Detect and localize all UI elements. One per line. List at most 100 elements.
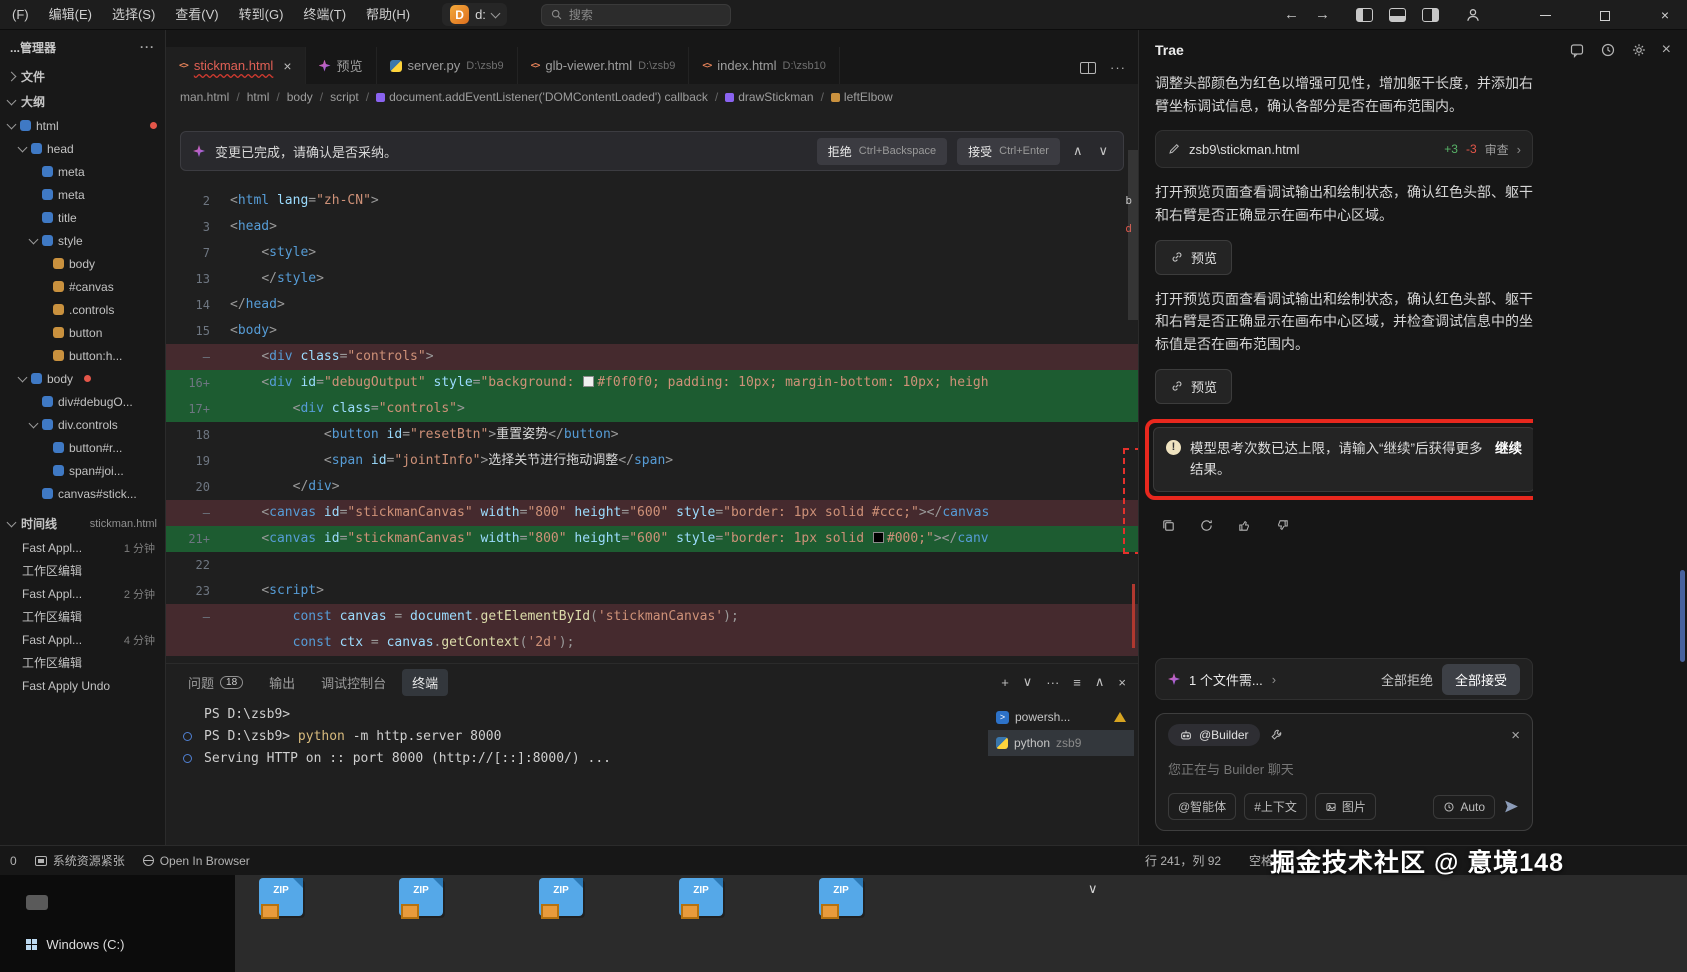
panel-tab[interactable]: 调试控制台 bbox=[311, 669, 396, 696]
terminal-session[interactable]: pythonzsb9 bbox=[988, 730, 1134, 756]
auto-mode-chip[interactable]: Auto bbox=[1433, 795, 1495, 819]
zip-file-icon[interactable]: ZIP bbox=[530, 878, 594, 922]
outline-item[interactable]: head bbox=[0, 137, 165, 160]
next-change-icon[interactable]: ∨ bbox=[1095, 143, 1111, 159]
send-icon[interactable] bbox=[1503, 798, 1520, 815]
zip-file-icon[interactable]: ZIP bbox=[670, 878, 734, 922]
close-button[interactable]: × bbox=[1643, 0, 1687, 30]
toggle-right-sidebar-icon[interactable] bbox=[1422, 8, 1439, 22]
menu-item[interactable]: (F) bbox=[2, 0, 39, 30]
code-line[interactable]: 13 </style> bbox=[166, 266, 1138, 292]
file-change-card[interactable]: zsb9\stickman.html +3 -3 审查 › bbox=[1155, 130, 1533, 168]
zip-file-icon[interactable]: ZIP bbox=[390, 878, 454, 922]
code-line[interactable]: — const canvas = document.getElementById… bbox=[166, 604, 1138, 630]
breadcrumb-item[interactable]: html bbox=[247, 90, 270, 104]
code-line[interactable]: — <div class="controls"> bbox=[166, 344, 1138, 370]
section-outline[interactable]: 大纲 bbox=[0, 89, 165, 114]
close-panel-icon[interactable]: × bbox=[1118, 675, 1126, 690]
close-icon[interactable]: × bbox=[283, 58, 291, 74]
code-line[interactable]: 22 bbox=[166, 552, 1138, 578]
toggle-panel-icon[interactable] bbox=[1389, 8, 1406, 22]
section-files[interactable]: 文件 bbox=[0, 64, 165, 89]
section-timeline[interactable]: 时间线 stickman.html bbox=[0, 511, 165, 536]
drive-item[interactable]: Windows (C:) bbox=[26, 937, 124, 952]
editor-tab[interactable]: <>glb-viewer.htmlD:\zsb9 bbox=[518, 47, 690, 84]
close-icon[interactable]: × bbox=[1662, 41, 1671, 59]
timeline-item[interactable]: 工作区编辑 bbox=[0, 559, 165, 582]
accept-all-button[interactable]: 全部接受 bbox=[1442, 664, 1520, 695]
code-editor[interactable]: 变更已完成，请确认是否采纳。 拒绝 Ctrl+Backspace 接受 Ctrl… bbox=[166, 110, 1138, 663]
outline-item[interactable]: button#r... bbox=[0, 436, 165, 459]
continue-link[interactable]: 继续 bbox=[1495, 438, 1522, 460]
breadcrumb-item[interactable]: document.addEventListener('DOMContentLoa… bbox=[376, 90, 708, 104]
menu-item[interactable]: 编辑(E) bbox=[39, 0, 102, 30]
thumbs-up-icon[interactable] bbox=[1231, 513, 1257, 539]
menu-item[interactable]: 终端(T) bbox=[293, 0, 356, 30]
code-line[interactable]: 3<head> bbox=[166, 214, 1138, 240]
terminal-session[interactable]: >powersh... bbox=[988, 704, 1134, 730]
reject-all-button[interactable]: 全部拒绝 bbox=[1381, 670, 1433, 689]
timeline-item[interactable]: Fast Appl...4 分钟 bbox=[0, 628, 165, 651]
code-line[interactable]: 19 <span id="jointInfo">选择关节进行拖动调整</span… bbox=[166, 448, 1138, 474]
more-actions-icon[interactable]: ··· bbox=[1110, 60, 1126, 75]
chevron-down-icon[interactable]: ∨ bbox=[1088, 881, 1098, 897]
menu-item[interactable]: 帮助(H) bbox=[356, 0, 420, 30]
outline-item[interactable]: meta bbox=[0, 183, 165, 206]
code-line[interactable]: 23 <script> bbox=[166, 578, 1138, 604]
toggle-left-sidebar-icon[interactable] bbox=[1356, 8, 1373, 22]
outline-item[interactable]: body bbox=[0, 367, 165, 390]
forward-arrow-icon[interactable]: → bbox=[1315, 6, 1330, 23]
code-line[interactable]: 15<body> bbox=[166, 318, 1138, 344]
outline-item[interactable]: button bbox=[0, 321, 165, 344]
panel-scrollbar[interactable] bbox=[1680, 570, 1685, 662]
reject-button[interactable]: 拒绝 Ctrl+Backspace bbox=[817, 138, 947, 165]
more-actions-icon[interactable]: ··· bbox=[1046, 675, 1059, 690]
new-terminal-icon[interactable]: + bbox=[1001, 675, 1009, 690]
timeline-item[interactable]: Fast Apply Undo bbox=[0, 674, 165, 697]
breadcrumb-item[interactable]: body bbox=[287, 90, 313, 104]
code-line[interactable]: 17+ <div class="controls"> bbox=[166, 396, 1138, 422]
editor-tab[interactable]: <>stickman.html× bbox=[166, 47, 306, 84]
history-icon[interactable] bbox=[1600, 42, 1616, 58]
regenerate-icon[interactable] bbox=[1193, 513, 1219, 539]
code-line[interactable]: const ctx = canvas.getContext('2d'); bbox=[166, 630, 1138, 656]
zip-file-icon[interactable]: ZIP bbox=[250, 878, 314, 922]
split-editor-icon[interactable] bbox=[1080, 62, 1096, 74]
code-line[interactable]: 16+ <div id="debugOutput" style="backgro… bbox=[166, 370, 1138, 396]
chevron-right-icon[interactable]: › bbox=[1272, 672, 1276, 687]
account-icon[interactable] bbox=[1465, 7, 1481, 23]
filter-icon[interactable]: ≡ bbox=[1073, 675, 1081, 690]
previous-change-icon[interactable]: ∧ bbox=[1070, 143, 1086, 159]
command-decoration-icon[interactable] bbox=[183, 754, 192, 763]
back-arrow-icon[interactable]: ← bbox=[1284, 6, 1299, 23]
outline-item[interactable]: div.controls bbox=[0, 413, 165, 436]
code-line[interactable]: 7 <style> bbox=[166, 240, 1138, 266]
panel-tab[interactable]: 输出 bbox=[259, 669, 305, 696]
menu-item[interactable]: 查看(V) bbox=[165, 0, 228, 30]
outline-item[interactable]: html bbox=[0, 114, 165, 137]
outline-item[interactable]: title bbox=[0, 206, 165, 229]
editor-tab[interactable]: 预览 bbox=[306, 47, 377, 84]
close-icon[interactable]: × bbox=[1511, 727, 1520, 744]
timeline-item[interactable]: Fast Appl...1 分钟 bbox=[0, 536, 165, 559]
breadcrumb-item[interactable]: script bbox=[330, 90, 359, 104]
terminal-output[interactable]: PS D:\zsb9>PS D:\zsb9> python -m http.se… bbox=[166, 700, 988, 845]
status-item[interactable]: 0 bbox=[10, 852, 17, 869]
outline-item[interactable]: span#joi... bbox=[0, 459, 165, 482]
outline-item[interactable]: body bbox=[0, 252, 165, 275]
editor-scrollbar[interactable] bbox=[1128, 150, 1138, 320]
copy-icon[interactable] bbox=[1155, 513, 1181, 539]
outline-item[interactable]: div#debugO... bbox=[0, 390, 165, 413]
outline-item[interactable]: button:h... bbox=[0, 344, 165, 367]
timeline-item[interactable]: 工作区编辑 bbox=[0, 651, 165, 674]
panel-tab[interactable]: 终端 bbox=[402, 669, 448, 696]
maximize-panel-icon[interactable]: ∧ bbox=[1095, 674, 1105, 690]
chat-chip[interactable]: #上下文 bbox=[1244, 793, 1307, 820]
search-input[interactable] bbox=[569, 8, 709, 22]
breadcrumb-item[interactable]: leftElbow bbox=[831, 90, 893, 104]
timeline-item[interactable]: 工作区编辑 bbox=[0, 605, 165, 628]
more-actions-icon[interactable]: ··· bbox=[140, 40, 155, 54]
workspace-switcher[interactable]: D d: bbox=[442, 3, 507, 26]
chat-chip[interactable]: 图片 bbox=[1315, 793, 1376, 820]
chat-chip[interactable]: @智能体 bbox=[1168, 793, 1236, 820]
